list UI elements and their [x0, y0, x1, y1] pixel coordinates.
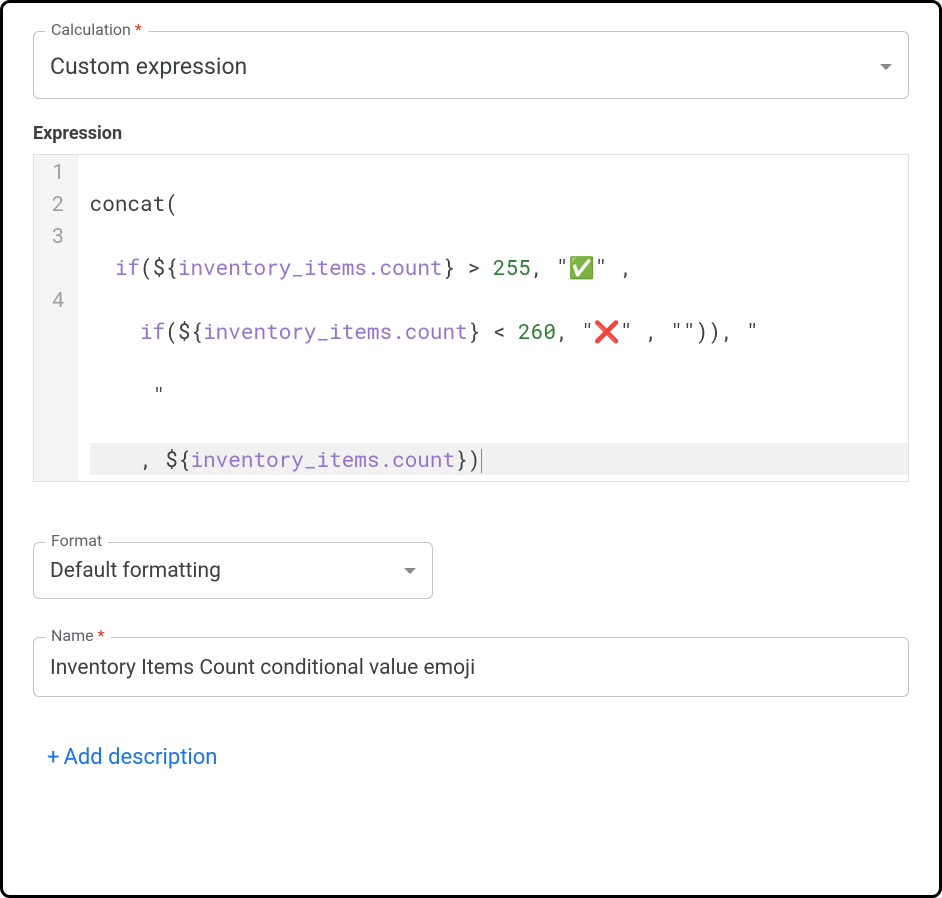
calculation-select[interactable]: Custom expression [33, 31, 909, 99]
required-indicator: * [135, 20, 142, 39]
expression-editor[interactable]: 1 2 3 4 concat( if(${inventory_items.cou… [33, 154, 909, 482]
line-number: 3 [52, 219, 65, 283]
form-panel: Calculation * Custom expression Expressi… [0, 0, 942, 898]
expression-section: Expression 1 2 3 4 concat( if(${inventor… [33, 123, 909, 482]
line-number: 1 [52, 155, 65, 187]
name-input[interactable] [33, 637, 909, 697]
line-number: 2 [52, 187, 65, 219]
calculation-label: Calculation * [45, 20, 148, 39]
line-number: 4 [52, 283, 65, 315]
calculation-value: Custom expression [50, 53, 247, 81]
name-field: Name * [33, 637, 909, 697]
code-content[interactable]: concat( if(${inventory_items.count} > 25… [78, 155, 908, 481]
line-gutter: 1 2 3 4 [34, 155, 78, 481]
format-label-text: Format [51, 531, 102, 550]
format-select[interactable]: Default formatting [33, 542, 433, 599]
required-indicator: * [98, 626, 105, 645]
code-line-4: , ${inventory_items.count}) [90, 443, 908, 475]
add-description-button[interactable]: + Add description [47, 745, 217, 770]
plus-icon: + [47, 745, 59, 770]
calculation-label-text: Calculation [51, 20, 131, 39]
format-value: Default formatting [50, 559, 221, 584]
code-line-2: if(${inventory_items.count} > 255, "✅" , [90, 251, 908, 283]
name-label-text: Name [51, 626, 94, 645]
code-line-1: concat( [90, 187, 908, 219]
chevron-down-icon [880, 64, 892, 70]
name-label: Name * [45, 626, 111, 645]
text-cursor [481, 449, 482, 473]
chevron-down-icon [404, 568, 416, 574]
calculation-field: Calculation * Custom expression [33, 31, 909, 99]
code-line-3a: if(${inventory_items.count} < 260, "❌" ,… [90, 315, 908, 347]
code-line-3b: " [90, 379, 908, 411]
format-label: Format [45, 531, 108, 550]
add-description-label: Add description [63, 745, 217, 770]
expression-label: Expression [33, 123, 909, 144]
format-field: Format Default formatting [33, 542, 909, 599]
